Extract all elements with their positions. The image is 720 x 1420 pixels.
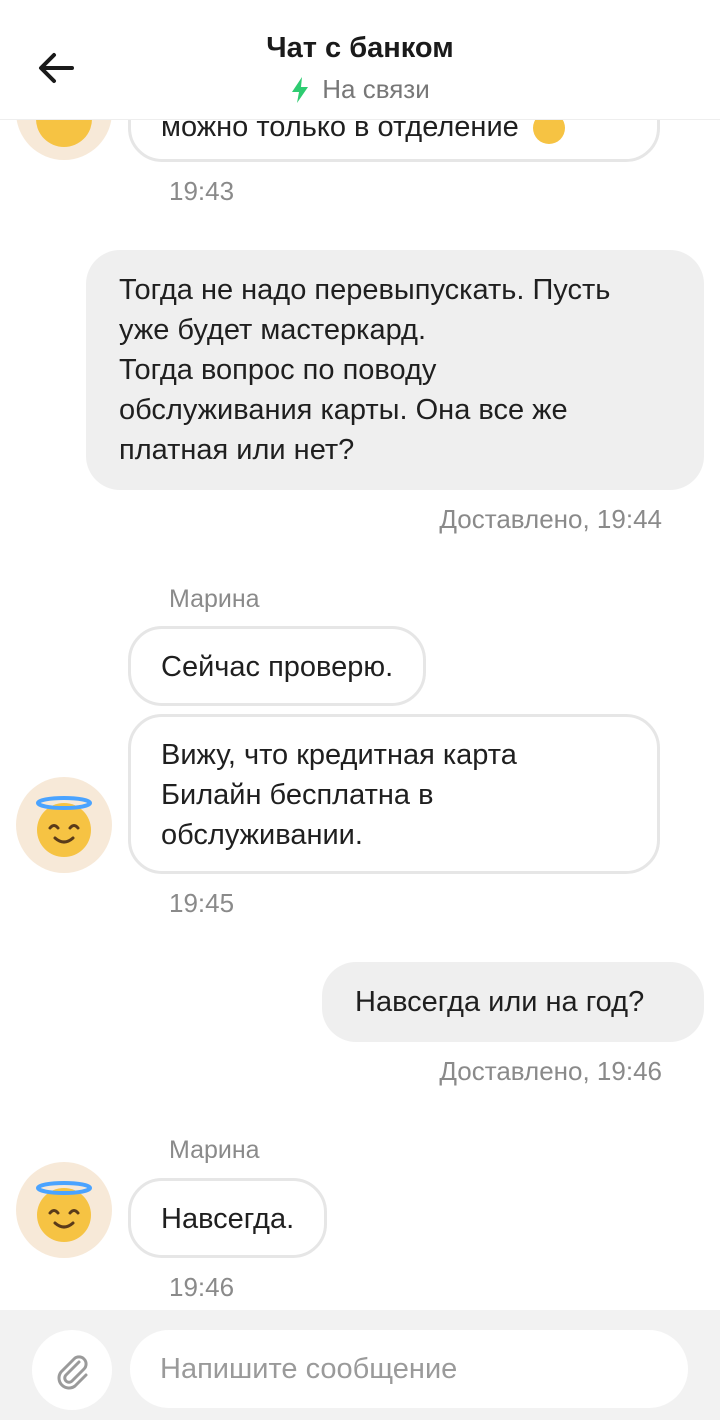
chat-header: Чат с банком На связи [0,0,720,120]
online-status: На связи [0,74,720,105]
message-line: Тогда не надо перевыпускать. Пусть [119,274,611,306]
status-text: На связи [322,74,430,104]
sender-name: Марина [169,1136,260,1164]
message-time: 19:45 [169,888,235,918]
message-line: обслуживании. [161,819,363,851]
attach-button[interactable] [32,1330,112,1410]
sender-name: Марина [169,585,260,613]
page-title: Чат с банком [266,32,454,64]
message-line: Вижу, что кредитная карта [161,739,517,771]
message-line: обслуживания карты. Она все же [119,394,568,426]
operator-avatar [16,777,112,873]
message-bubble-outgoing: Тогда не надо перевыпускать. Пусть уже б… [86,250,704,490]
message-line: Тогда вопрос по поводу [119,354,437,386]
operator-avatar [16,1162,112,1258]
message-delivery-status: Доставлено, 19:44 [439,504,662,534]
message-input[interactable] [130,1330,688,1408]
chat-area[interactable]: можно только в отделение 19:43 Тогда не … [0,0,720,1310]
message-time: 19:46 [169,1272,235,1302]
message-bubble-incoming: Вижу, что кредитная карта Билайн бесплат… [128,714,660,874]
message-bubble-incoming: Сейчас проверю. [128,626,427,706]
angel-emoji-icon [36,1181,92,1242]
message-composer [0,1310,720,1420]
message-text: Навсегда или на год? [355,986,645,1018]
lightning-icon [292,76,309,103]
message-bubble-outgoing: Навсегда или на год? [322,962,704,1042]
message-line: платная или нет? [119,434,355,466]
message-line: уже будет мастеркард. [119,314,427,346]
message-bubble-incoming: Навсегда. [128,1178,328,1258]
message-text: Навсегда. [161,1203,295,1235]
message-time: 19:43 [169,176,235,206]
paperclip-icon [57,1355,88,1390]
angel-emoji-icon [36,796,92,857]
message-line: Билайн бесплатна в [161,779,434,811]
message-text: Сейчас проверю. [161,651,394,683]
message-delivery-status: Доставлено, 19:46 [439,1056,662,1086]
